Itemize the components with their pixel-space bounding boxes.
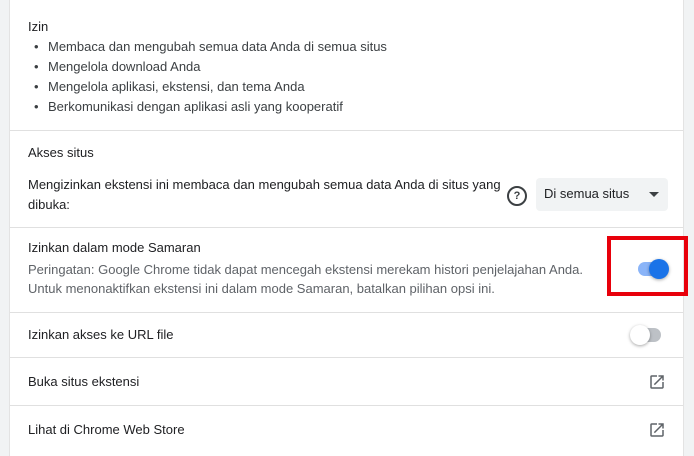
permission-item: Mengelola aplikasi, ekstensi, dan tema A…: [34, 77, 387, 97]
site-access-select[interactable]: Di semua situs: [536, 178, 668, 211]
open-in-new-icon[interactable]: [648, 421, 666, 439]
site-access-select-value: Di semua situs: [544, 186, 630, 201]
site-access-description: Mengizinkan ekstensi ini membaca dan men…: [28, 177, 501, 192]
extension-details-card: Izin Membaca dan mengubah semua data And…: [9, 0, 684, 456]
open-in-new-icon[interactable]: [648, 373, 666, 391]
permissions-section: Izin Membaca dan mengubah semua data And…: [10, 0, 683, 131]
incognito-warning: Peringatan: Google Chrome tidak dapat me…: [28, 262, 584, 277]
incognito-title: Izinkan dalam mode Samaran: [28, 240, 201, 255]
annotation-highlight-box: [607, 236, 688, 296]
permissions-heading: Izin: [28, 19, 49, 34]
site-access-heading: Akses situs: [28, 145, 94, 160]
chevron-down-icon: [649, 192, 659, 197]
open-extension-site-row[interactable]: Buka situs ekstensi: [10, 358, 683, 406]
permission-item: Mengelola download Anda: [34, 57, 387, 77]
view-webstore-row[interactable]: Lihat di Chrome Web Store: [10, 406, 683, 456]
permissions-list: Membaca dan mengubah semua data Anda di …: [34, 37, 387, 117]
view-webstore-label: Lihat di Chrome Web Store: [28, 422, 185, 437]
site-access-description-cont: dibuka:: [28, 197, 70, 212]
incognito-section: Izinkan dalam mode Samaran Peringatan: G…: [10, 228, 683, 313]
file-urls-title: Izinkan akses ke URL file: [28, 327, 174, 342]
incognito-warning-cont: Untuk menonaktifkan ekstensi ini dalam m…: [28, 281, 495, 296]
file-urls-toggle[interactable]: [630, 325, 664, 345]
toggle-knob: [630, 325, 650, 345]
open-extension-site-label: Buka situs ekstensi: [28, 374, 140, 389]
help-circle-icon[interactable]: ?: [507, 186, 527, 206]
permission-item: Membaca dan mengubah semua data Anda di …: [34, 37, 387, 57]
permission-item: Berkomunikasi dengan aplikasi asli yang …: [34, 97, 387, 117]
file-urls-row: Izinkan akses ke URL file: [10, 313, 683, 358]
